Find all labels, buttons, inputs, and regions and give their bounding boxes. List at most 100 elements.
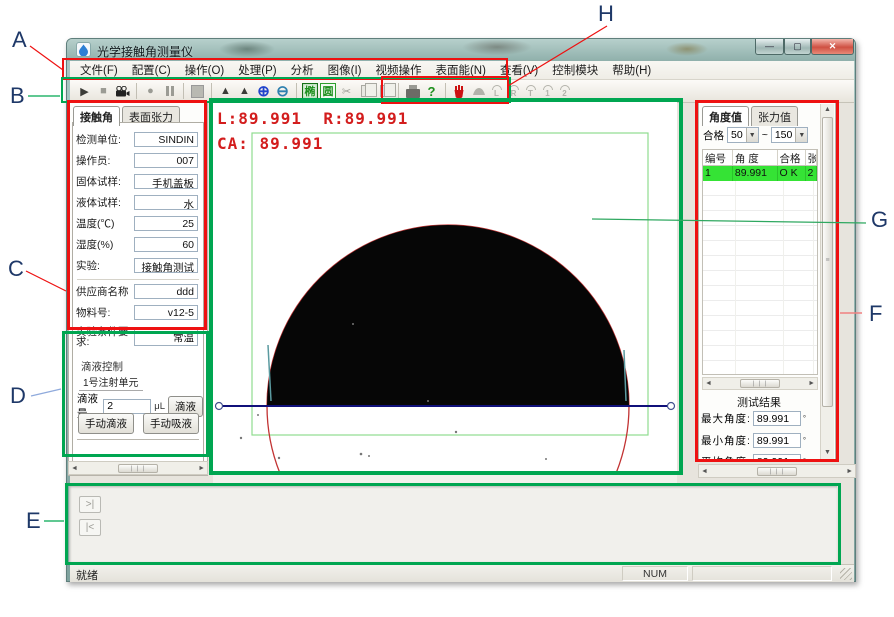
- right-tabs: 角度值 张力值: [702, 106, 800, 126]
- toolbar: ▶ ■ ● ▲ ▲ ⊕ ⊖ 椭 圆 ✂ ?: [70, 80, 854, 103]
- scroll-up-icon[interactable]: ▲: [821, 104, 834, 116]
- results-vscrollbar[interactable]: ▲ ≡ ▼: [820, 104, 834, 459]
- divider: [77, 439, 199, 440]
- cut-icon[interactable]: ✂: [337, 82, 356, 100]
- scroll-left-icon[interactable]: ◄: [705, 380, 712, 387]
- max-angle-field[interactable]: 89.991: [753, 411, 801, 426]
- operator-field[interactable]: 007: [134, 153, 198, 168]
- viewer-hscrollbar[interactable]: [213, 474, 677, 483]
- humidity-field[interactable]: 60: [134, 237, 198, 252]
- condition-field[interactable]: 常温: [134, 328, 198, 346]
- contact-angle-tabpage: 检测单位:SINDIN 操作员:007 固体试样:手机盖板 液体试样:水 温度(…: [72, 122, 204, 472]
- liquid-sample-field[interactable]: 水: [134, 195, 198, 210]
- angle-right-icon[interactable]: R: [505, 85, 522, 97]
- camera-icon[interactable]: [113, 82, 132, 100]
- menu-image[interactable]: 图像(I): [322, 60, 368, 80]
- menu-operate[interactable]: 操作(O): [179, 60, 231, 80]
- field-label: 湿度(%): [76, 240, 134, 250]
- menu-video[interactable]: 视频操作: [369, 60, 427, 80]
- menu-process[interactable]: 处理(P): [232, 60, 282, 80]
- play-icon[interactable]: ▶: [75, 82, 94, 100]
- minimize-button[interactable]: —: [755, 39, 784, 55]
- right-panel-hscrollbar[interactable]: ◄ ❘❘❘ ►: [698, 464, 856, 478]
- stop-icon[interactable]: ■: [94, 82, 113, 100]
- record-icon[interactable]: ●: [141, 82, 160, 100]
- baseline-up-icon[interactable]: ▲: [216, 82, 235, 100]
- table-hscrollbar[interactable]: ◄ ❘❘❘ ►: [702, 377, 818, 390]
- min-angle-field[interactable]: 89.991: [753, 433, 801, 448]
- menu-surface-energy[interactable]: 表面能(N): [429, 60, 491, 80]
- scroll-thumb[interactable]: ❘❘❘: [740, 379, 780, 388]
- angle-left-icon[interactable]: L: [488, 85, 505, 97]
- dose-hand-icon[interactable]: [450, 82, 469, 100]
- crosshair-plus-icon[interactable]: ⊕: [254, 82, 273, 100]
- range-from-select[interactable]: 50▼: [727, 127, 759, 143]
- chevron-down-icon[interactable]: ▼: [795, 128, 807, 142]
- scroll-right-icon[interactable]: ►: [846, 468, 853, 475]
- drop-volume-input[interactable]: [103, 399, 151, 414]
- scroll-down-icon[interactable]: ▼: [821, 447, 834, 459]
- baseline-down-icon[interactable]: ▲: [235, 82, 254, 100]
- angle-1-icon[interactable]: 1: [539, 85, 556, 97]
- menu-control-module[interactable]: 控制模块: [546, 60, 604, 80]
- angle-top-icon[interactable]: T: [522, 85, 539, 97]
- supplier-field[interactable]: ddd: [134, 284, 198, 299]
- field-label: 温度(℃): [76, 219, 134, 229]
- angle-readout: L:89.991 R:89.991CA: 89.991: [217, 106, 408, 156]
- qualified-label: 合格: [703, 128, 724, 143]
- drop-image-viewer[interactable]: L:89.991 R:89.991CA: 89.991: [213, 102, 677, 473]
- chevron-down-icon[interactable]: ▼: [746, 128, 758, 142]
- resize-grip[interactable]: [840, 568, 852, 580]
- to-end-button[interactable]: >|: [79, 496, 101, 513]
- frame-grab-icon[interactable]: [188, 82, 207, 100]
- solid-sample-field[interactable]: 手机盖板: [134, 174, 198, 189]
- maximize-button[interactable]: ▢: [784, 39, 811, 55]
- tab-tension-values[interactable]: 张力值: [751, 106, 798, 126]
- left-panel-hscrollbar[interactable]: ◄ ❘❘❘ ►: [68, 461, 208, 475]
- scroll-thumb[interactable]: ≡: [822, 117, 833, 407]
- scroll-right-icon[interactable]: ►: [198, 465, 205, 472]
- annotation-letter-a: A: [12, 27, 27, 53]
- scroll-right-icon[interactable]: ►: [808, 380, 815, 387]
- menu-help[interactable]: 帮助(H): [606, 60, 657, 80]
- scroll-thumb[interactable]: ❘❘❘: [757, 467, 797, 476]
- menu-view[interactable]: 查看(V): [494, 60, 544, 80]
- scroll-thumb[interactable]: ❘❘❘: [118, 464, 158, 473]
- table-row[interactable]: 1 89.991 O K 2: [703, 166, 817, 181]
- annotation-letter-c: C: [8, 256, 24, 282]
- paste-icon[interactable]: [375, 82, 394, 100]
- scroll-left-icon[interactable]: ◄: [701, 468, 708, 475]
- readout-left-right: L:89.991 R:89.991: [217, 109, 408, 128]
- pause-icon[interactable]: [160, 82, 179, 100]
- copy-icon[interactable]: [356, 82, 375, 100]
- experiment-field[interactable]: 接触角测试: [134, 258, 198, 273]
- menu-config[interactable]: 配置(C): [126, 60, 177, 80]
- drop-view-icon[interactable]: [469, 82, 488, 100]
- toolbar-separator: [296, 83, 297, 99]
- manual-dispense-button[interactable]: 手动滴液: [78, 413, 134, 434]
- scroll-left-icon[interactable]: ◄: [71, 465, 78, 472]
- detect-unit-field[interactable]: SINDIN: [134, 132, 198, 147]
- material-no-field[interactable]: v12-5: [134, 305, 198, 320]
- crosshair-minus-icon[interactable]: ⊖: [273, 82, 292, 100]
- circle-fit-button[interactable]: 圆: [320, 83, 336, 99]
- tab-angle-values[interactable]: 角度值: [702, 106, 749, 126]
- range-to-select[interactable]: 150▼: [771, 127, 809, 143]
- tab-contact-angle[interactable]: 接触角: [73, 106, 120, 126]
- angle-2-icon[interactable]: 2: [556, 85, 573, 97]
- field-label: 供应商名称: [76, 287, 134, 297]
- print-icon[interactable]: [403, 82, 422, 100]
- manual-suck-button[interactable]: 手动吸液: [143, 413, 199, 434]
- field-label: 实验条件要求:: [76, 327, 134, 347]
- title-bar[interactable]: 光学接触角测量仪 — ▢ ✕: [67, 39, 855, 61]
- to-start-button[interactable]: |<: [79, 519, 101, 536]
- angle-table[interactable]: 编号 角 度 合格 张 1 89.991 O K 2: [702, 149, 818, 375]
- close-button[interactable]: ✕: [811, 39, 854, 55]
- avg-angle-field[interactable]: 89.991: [753, 454, 801, 462]
- injector-unit-tab[interactable]: 1号注射单元: [79, 373, 143, 391]
- help-icon[interactable]: ?: [422, 82, 441, 100]
- menu-analyze[interactable]: 分析: [285, 60, 320, 80]
- temperature-field[interactable]: 25: [134, 216, 198, 231]
- menu-file[interactable]: 文件(F): [74, 60, 124, 80]
- ellipse-fit-button[interactable]: 椭: [302, 83, 318, 99]
